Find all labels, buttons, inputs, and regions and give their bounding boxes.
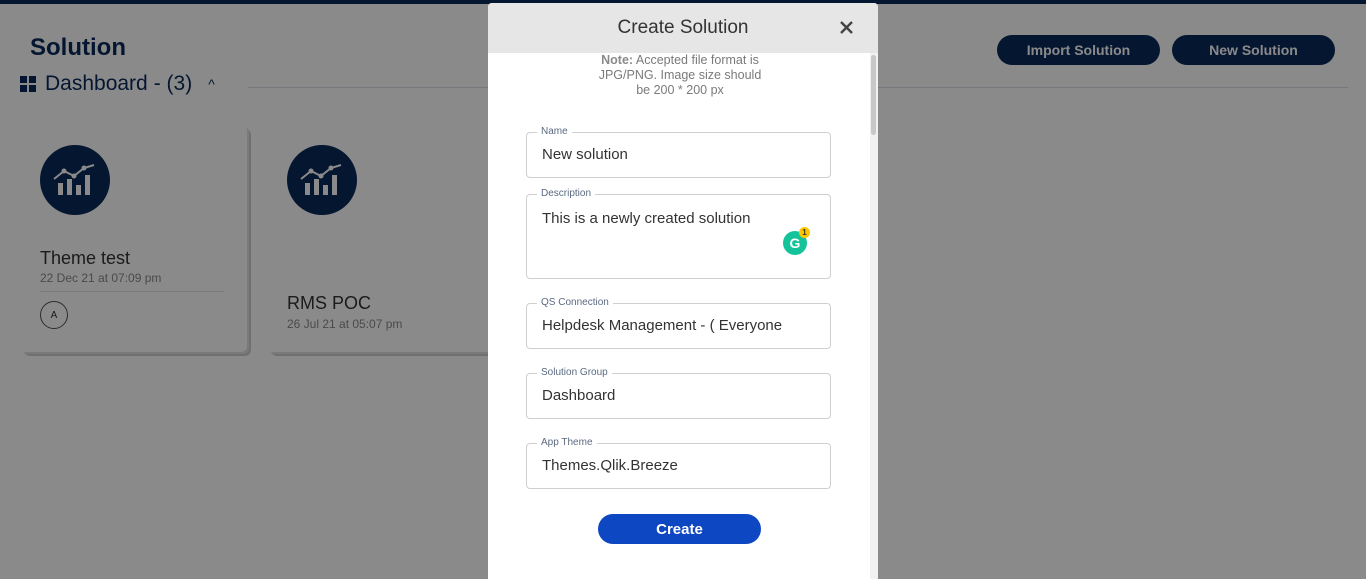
name-label: Name bbox=[537, 126, 572, 137]
app-theme-field[interactable]: App Theme Themes.Qlik.Breeze bbox=[526, 437, 831, 489]
description-label: Description bbox=[537, 188, 596, 199]
solution-group-label: Solution Group bbox=[537, 367, 612, 378]
close-icon[interactable] bbox=[836, 17, 856, 37]
solution-group-field[interactable]: Solution Group Dashboard bbox=[526, 367, 831, 419]
solution-page: Solution Dashboard - (3) ^ Import Soluti… bbox=[0, 0, 1366, 579]
modal-header: Create Solution bbox=[488, 3, 878, 53]
name-field[interactable]: Name New solution bbox=[526, 126, 831, 178]
qs-connection-field[interactable]: QS Connection Helpdesk Management - ( Ev… bbox=[526, 297, 831, 349]
create-button[interactable]: Create bbox=[598, 514, 761, 544]
modal-scrollbar-thumb[interactable] bbox=[871, 55, 876, 135]
note-label: Note: bbox=[601, 53, 634, 67]
description-textarea[interactable]: This is a newly created solution bbox=[542, 210, 822, 227]
create-solution-modal: Create Solution Note: Accepted file form… bbox=[488, 3, 878, 579]
grammarly-badge: 1 bbox=[799, 227, 810, 238]
app-theme-label: App Theme bbox=[537, 437, 597, 448]
solution-group-select[interactable]: Dashboard bbox=[542, 387, 822, 404]
qs-connection-select[interactable]: Helpdesk Management - ( Everyone bbox=[542, 317, 822, 334]
description-field[interactable]: Description This is a newly created solu… bbox=[526, 188, 831, 279]
image-format-note: Note: Accepted file format is JPG/PNG. I… bbox=[598, 53, 762, 98]
modal-title: Create Solution bbox=[617, 17, 749, 38]
name-input[interactable]: New solution bbox=[542, 146, 822, 163]
app-theme-select[interactable]: Themes.Qlik.Breeze bbox=[542, 457, 822, 474]
qs-connection-label: QS Connection bbox=[537, 297, 613, 308]
